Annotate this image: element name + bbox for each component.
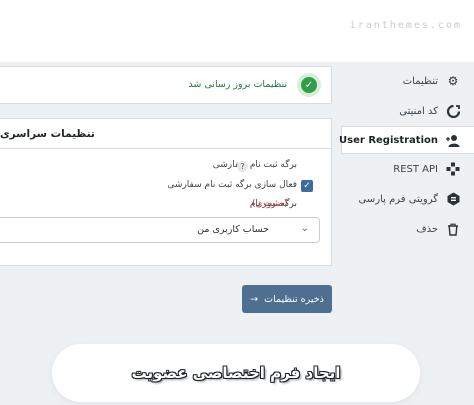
tab-label: REST API — [393, 163, 438, 175]
save-settings-button[interactable]: ذخیره تنظیمات → — [242, 285, 332, 313]
api-icon — [446, 162, 460, 176]
tab-label: تنظیمات — [402, 75, 438, 87]
tab-label: User Registration — [339, 134, 438, 146]
tab-gravity-forms[interactable]: گرویتی فرم پارسی — [341, 184, 474, 214]
reg-page-select[interactable]: حساب کاربری من ⌄ — [0, 217, 320, 243]
tab-label: گرویتی فرم پارسی — [358, 193, 438, 205]
check-icon: ✓ — [301, 77, 317, 93]
reg-page-select-value: حساب کاربری من — [197, 224, 269, 235]
tab-delete[interactable]: حذف — [341, 214, 474, 244]
caption-banner: ایجاد فرم اختصاصی عضویت — [52, 344, 420, 402]
tab-user-registration[interactable]: User Registration — [339, 126, 474, 154]
tab-rest-api[interactable]: REST API — [341, 154, 474, 184]
header-strip: iranthemes.com — [0, 0, 474, 62]
required-label: (ضروری) — [252, 199, 288, 209]
notice-message: تنظیمات بروز رسانی شد — [188, 79, 287, 90]
success-notice: ✓ تنظیمات بروز رسانی شد — [0, 66, 332, 104]
tab-settings[interactable]: تنظیمات ⚙ — [341, 66, 474, 96]
tab-captcha[interactable]: کد امنیتی — [341, 96, 474, 126]
global-settings-panel: تنظیمات سراسری برگه ثبت نام سفارشی ? فعا… — [0, 118, 332, 266]
chevron-down-icon: ⌄ — [300, 223, 309, 234]
save-button-label: ذخیره تنظیمات — [264, 293, 324, 305]
banner-caption: ایجاد فرم اختصاصی عضویت — [131, 364, 341, 382]
custom-reg-page-label: برگه ثبت نام سفارشی — [212, 160, 297, 170]
arrow-left-icon: → — [250, 293, 259, 305]
user-plus-icon — [446, 133, 460, 147]
settings-tabs: تنظیمات ⚙ کد امنیتی User Registration RE… — [339, 66, 474, 244]
gear-icon: ⚙ — [447, 74, 459, 88]
trash-icon — [446, 222, 460, 236]
enable-custom-reg-checkbox[interactable]: ✓ — [301, 180, 313, 192]
panel-title: تنظیمات سراسری — [0, 119, 331, 149]
watermark: iranthemes.com — [349, 20, 462, 31]
captcha-icon — [446, 104, 460, 118]
enable-checkbox-label: فعال سازی برگه ثبت نام سفارشی — [167, 180, 297, 190]
tab-label: کد امنیتی — [399, 105, 438, 117]
check-icon-wrapper: ✓ — [297, 73, 321, 97]
gravity-forms-icon — [446, 192, 460, 206]
help-icon[interactable]: ? — [237, 161, 248, 172]
tab-label: حذف — [416, 223, 438, 235]
